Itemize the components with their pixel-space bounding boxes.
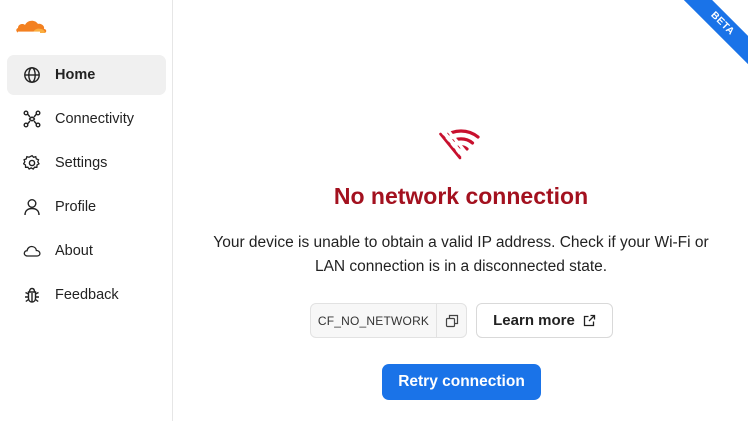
sidebar: Home Connectivity Settings Profile About… bbox=[0, 0, 173, 421]
globe-icon bbox=[23, 66, 41, 84]
sidebar-item-profile[interactable]: Profile bbox=[7, 187, 166, 227]
sidebar-item-settings[interactable]: Settings bbox=[7, 143, 166, 183]
page-title: No network connection bbox=[333, 183, 589, 209]
sidebar-item-home[interactable]: Home bbox=[7, 55, 166, 95]
network-icon bbox=[23, 110, 41, 128]
error-code-box: CF_NO_NETWORK bbox=[310, 303, 467, 338]
sidebar-item-label: Home bbox=[55, 67, 96, 83]
sidebar-item-feedback[interactable]: Feedback bbox=[7, 275, 166, 315]
sidebar-item-label: About bbox=[55, 243, 93, 259]
learn-more-label: Learn more bbox=[493, 312, 575, 329]
app-window: Home Connectivity Settings Profile About… bbox=[0, 0, 748, 421]
beta-ribbon: BETA bbox=[672, 0, 748, 74]
sidebar-item-about[interactable]: About bbox=[7, 231, 166, 271]
copy-icon bbox=[445, 314, 458, 327]
cloudflare-logo bbox=[16, 20, 47, 33]
user-icon bbox=[23, 198, 41, 216]
gear-icon bbox=[23, 154, 41, 172]
main-content: BETA No network connection Your device i… bbox=[174, 0, 748, 421]
error-description: Your device is unable to obtain a valid … bbox=[213, 234, 709, 275]
sidebar-item-label: Feedback bbox=[55, 287, 119, 303]
bug-icon bbox=[23, 286, 41, 304]
external-link-icon bbox=[583, 314, 596, 327]
wifi-off-icon bbox=[439, 126, 480, 160]
sidebar-item-label: Settings bbox=[55, 155, 108, 171]
sidebar-nav: Home Connectivity Settings Profile About… bbox=[7, 55, 166, 319]
cloud-icon bbox=[23, 242, 41, 260]
sidebar-item-connectivity[interactable]: Connectivity bbox=[7, 99, 166, 139]
sidebar-item-label: Connectivity bbox=[55, 111, 134, 127]
copy-error-code-button[interactable] bbox=[436, 304, 466, 337]
sidebar-item-label: Profile bbox=[55, 199, 97, 215]
learn-more-button[interactable]: Learn more bbox=[476, 303, 613, 338]
error-code: CF_NO_NETWORK bbox=[317, 313, 430, 328]
retry-connection-button[interactable]: Retry connection bbox=[382, 364, 541, 400]
